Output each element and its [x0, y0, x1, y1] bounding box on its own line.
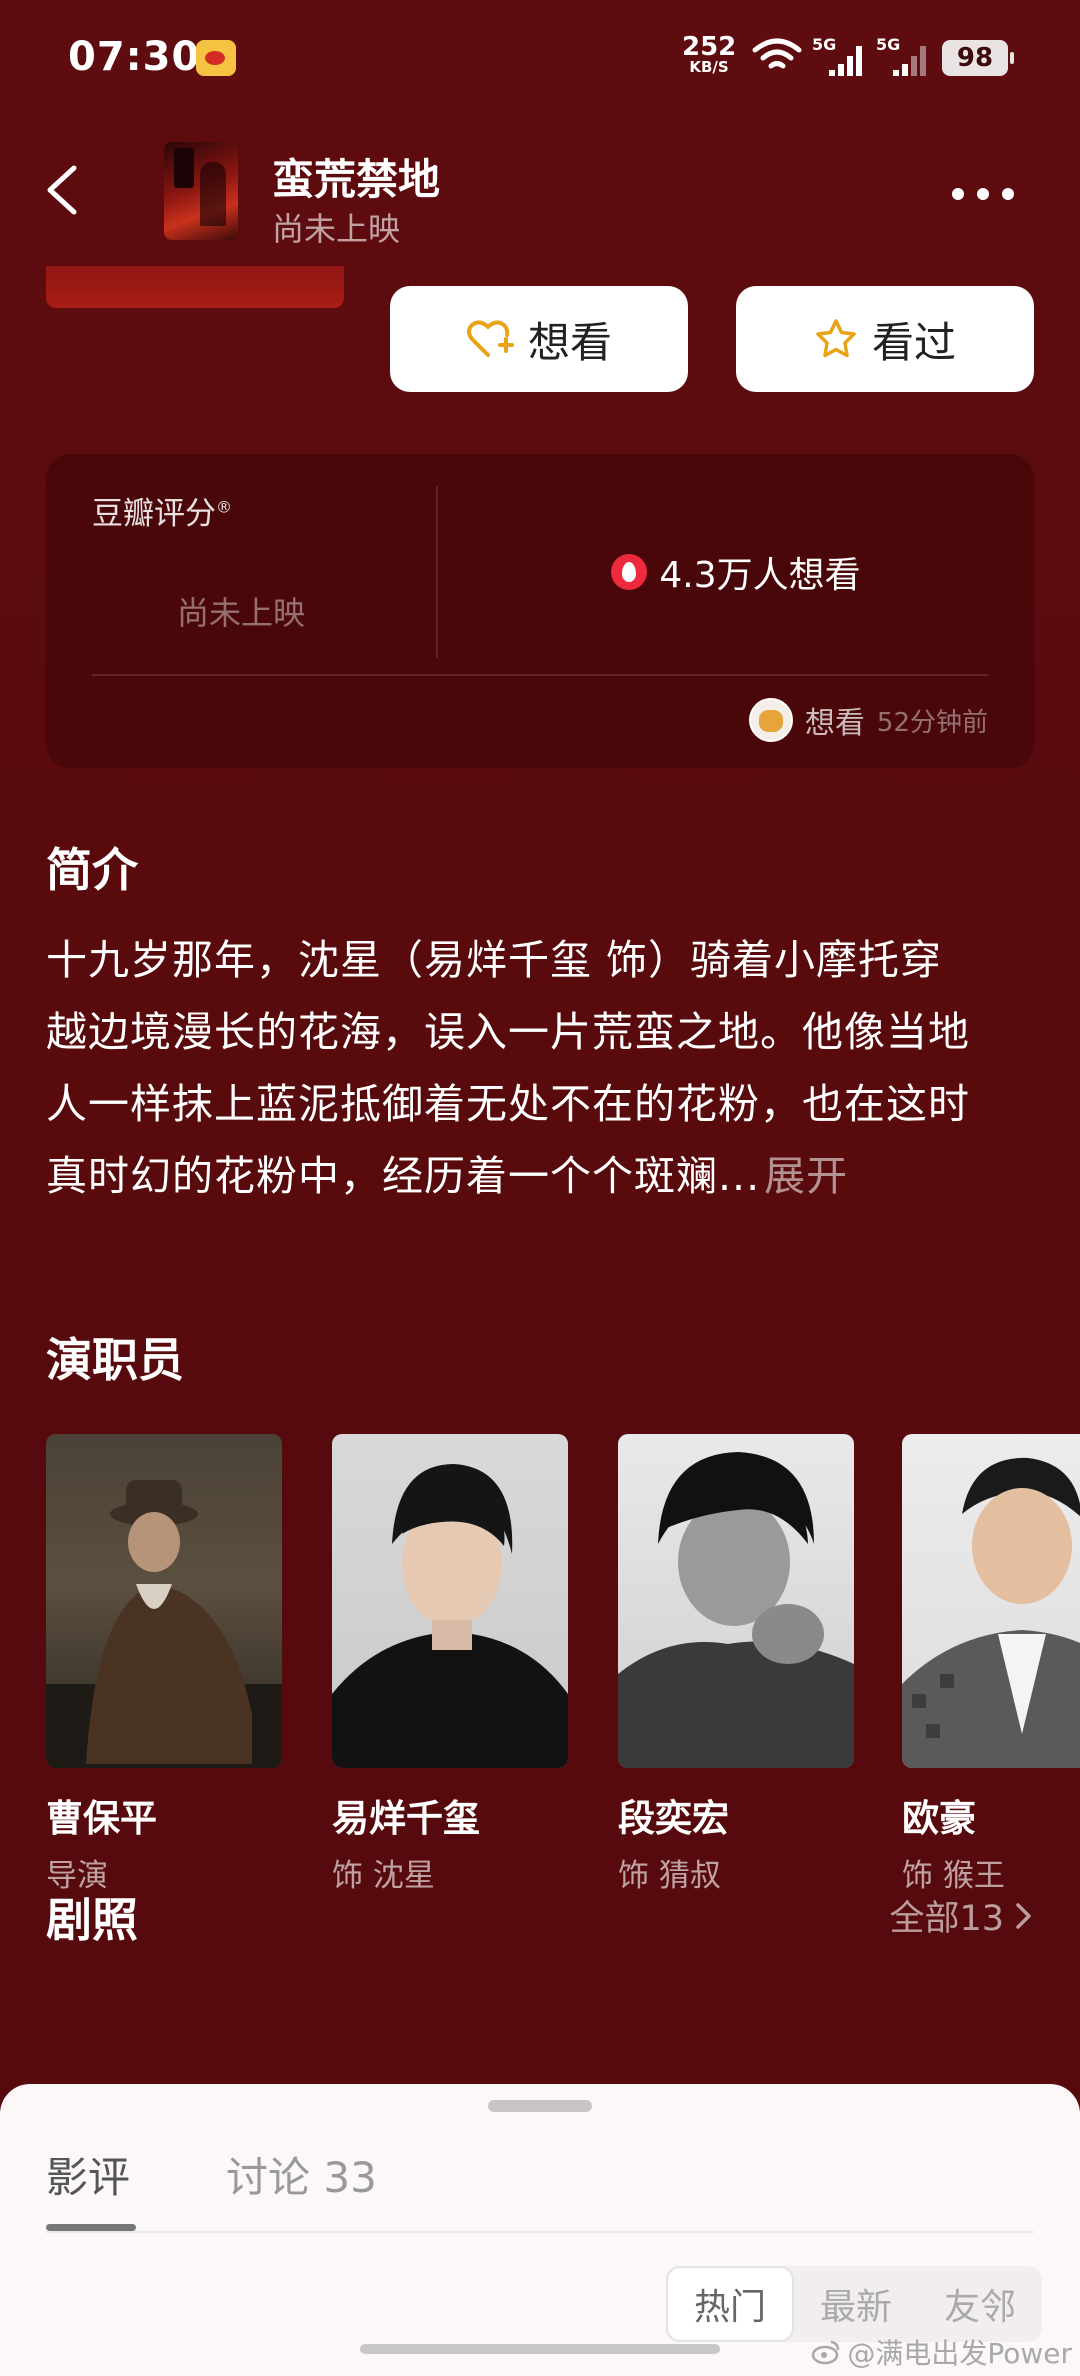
cast-photo: [332, 1434, 568, 1768]
synopsis-line: 人一样抹上蓝泥抵御着无处不在的花粉，也在这时: [46, 1080, 970, 1128]
status-time: 07:30: [68, 34, 201, 80]
watched-button[interactable]: 看过: [736, 286, 1034, 392]
all-stills-label: 全部13: [889, 1899, 1004, 1939]
sheet-divider: [46, 2231, 1034, 2233]
tab-reviews[interactable]: 影评: [46, 2144, 130, 2205]
stills-section-title: 剧照: [46, 1893, 138, 1947]
cast-card[interactable]: 易烊千玺 饰 沈星: [332, 1434, 568, 1894]
rating-label: 豆瓣评分®: [92, 488, 232, 533]
network-speed: 252 KB/S: [682, 34, 736, 75]
weibo-logo-icon: [812, 2340, 840, 2365]
cast-card[interactable]: 欧豪 饰 猴王: [902, 1434, 1080, 1894]
want-count: 4.3万人想看: [659, 555, 861, 596]
movie-poster-thumbnail[interactable]: [164, 142, 238, 240]
cast-card[interactable]: 段奕宏 饰 猜叔: [618, 1434, 854, 1894]
want-to-watch-label: 想看: [527, 317, 612, 367]
cast-name: 易烊千玺: [332, 1797, 480, 1840]
cast-card[interactable]: 曹保平 导演: [46, 1434, 282, 1894]
weibo-notification-icon: [196, 40, 236, 76]
activity-action: 想看: [804, 706, 865, 741]
cast-photo: [902, 1434, 1080, 1768]
sheet-drag-handle[interactable]: [488, 2100, 592, 2112]
friend-activity[interactable]: 想看 52分钟前: [748, 698, 988, 742]
cast-name: 曹保平: [46, 1797, 157, 1840]
cast-photo: [618, 1434, 854, 1768]
rating-label-text: 豆瓣评分: [92, 496, 216, 532]
registered-mark: ®: [216, 497, 232, 517]
network-speed-unit: KB/S: [689, 58, 729, 76]
chevron-right-icon: [1016, 1902, 1031, 1929]
cast-role: 饰 沈星: [332, 1858, 435, 1894]
sort-latest-button[interactable]: 最新: [794, 2266, 918, 2342]
cast-role: 饰 猴王: [902, 1858, 1005, 1894]
more-options-icon[interactable]: [948, 184, 1018, 204]
rating-horizontal-divider: [92, 674, 988, 676]
tab-discussion[interactable]: 讨论 33: [226, 2144, 377, 2205]
fire-icon: [611, 554, 648, 590]
sort-segmented-control: 热门 最新 友邻: [666, 2266, 1043, 2342]
star-icon: [816, 319, 856, 358]
watermark-text: @满电出发Power: [847, 2337, 1072, 2370]
synopsis-line: 越边境漫长的花海，误入一片荒蛮之地。他像当地: [46, 1008, 970, 1056]
sort-hot-button[interactable]: 热门: [666, 2266, 795, 2342]
signal1-label: 5G: [812, 35, 836, 54]
top-nav-bar: 蛮荒禁地 尚未上映: [0, 118, 1080, 266]
synopsis-line: 十九岁那年，沈星（易烊千玺 饰）骑着小摩托穿: [46, 936, 943, 984]
expand-link[interactable]: 展开: [764, 1152, 848, 1200]
cast-name: 段奕宏: [618, 1797, 729, 1840]
back-arrow-icon[interactable]: [36, 154, 92, 226]
wifi-icon: [752, 38, 802, 69]
synopsis-title: 简介: [46, 843, 138, 897]
cast-section-title: 演职员: [46, 1333, 184, 1387]
sort-friends-button[interactable]: 友邻: [918, 2266, 1042, 2342]
activity-time: 52分钟前: [876, 707, 988, 738]
watermark: @满电出发Power: [811, 2332, 1072, 2372]
heart-plus-icon: [466, 320, 514, 357]
movie-detail-page: 07:30 252 KB/S 5G 5G 98 蛮荒禁地 尚未上映 想看 看过 …: [0, 0, 1080, 2376]
cast-role: 饰 猜叔: [618, 1858, 721, 1894]
synopsis-line-text: 真时幻的花粉中，经历着一个个斑斓...: [46, 1152, 761, 1200]
watched-label: 看过: [871, 317, 956, 367]
active-tab-indicator: [46, 2224, 136, 2231]
all-stills-link[interactable]: 全部13: [889, 1890, 1034, 1941]
want-count-row: 4.3万人想看: [438, 546, 1034, 598]
douban-rating-card: 豆瓣评分® 尚未上映 4.3万人想看 想看 52分钟前: [46, 454, 1034, 768]
home-indicator[interactable]: [360, 2344, 720, 2354]
want-to-watch-button[interactable]: 想看: [390, 286, 688, 392]
rating-status: 尚未上映: [176, 594, 305, 632]
synopsis-line-last: 真时幻的花粉中，经历着一个个斑斓...展开: [46, 1140, 1046, 1212]
cast-list[interactable]: 曹保平 导演 易烊千玺 饰 沈星 段奕宏 饰 猜叔 欧豪 饰 猴王: [46, 1434, 1080, 1894]
cast-photo: [46, 1434, 282, 1768]
battery-indicator: 98: [942, 40, 1014, 76]
cellular-signal-2-icon: 5G: [876, 35, 926, 76]
signal2-label: 5G: [876, 35, 900, 54]
status-bar: 07:30 252 KB/S 5G 5G 98: [0, 0, 1080, 118]
cast-name: 欧豪: [902, 1797, 976, 1840]
user-avatar: [748, 698, 793, 742]
cellular-signal-icon: 5G: [812, 35, 862, 76]
synopsis-text: 十九岁那年，沈星（易烊千玺 饰）骑着小摩托穿 越边境漫长的花海，误入一片荒蛮之地…: [46, 924, 1046, 1212]
movie-title: 蛮荒禁地: [272, 155, 441, 204]
network-speed-value: 252: [682, 32, 737, 62]
release-status: 尚未上映: [272, 210, 401, 248]
